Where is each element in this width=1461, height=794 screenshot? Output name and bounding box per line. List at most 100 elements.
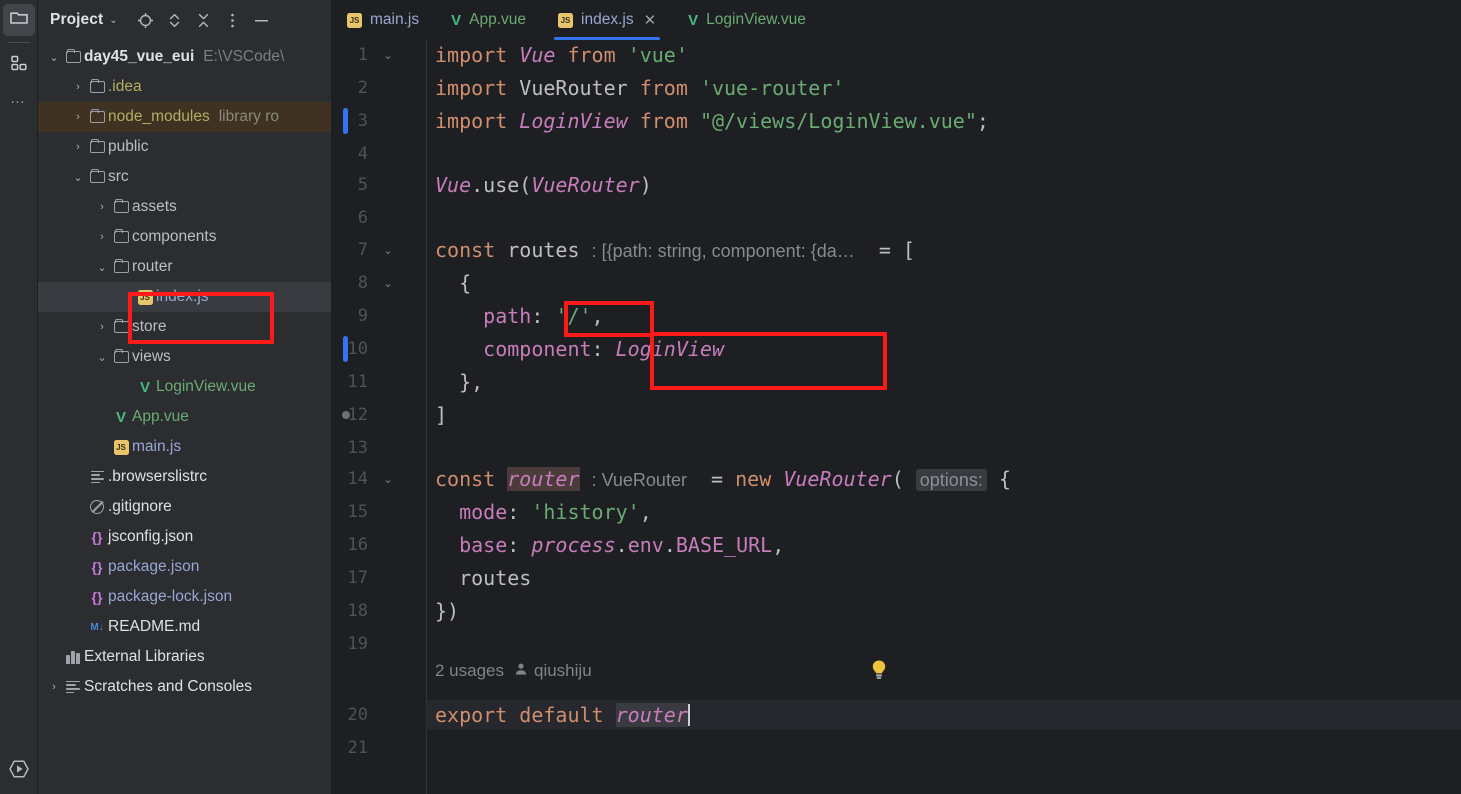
gutter-line-12[interactable]: 12	[331, 400, 426, 430]
code-line-2: import VueRouter from 'vue-router'	[427, 73, 844, 103]
code-line-14: const router : VueRouter = new VueRouter…	[427, 464, 1011, 494]
gutter-line-2[interactable]: 2	[331, 73, 426, 103]
activity-run-button[interactable]	[0, 759, 38, 784]
gutter-line-19[interactable]: 19	[331, 629, 426, 659]
code-line-10: component: LoginView	[427, 334, 724, 364]
gutter-line-15[interactable]: 15	[331, 497, 426, 527]
gutter-line-10[interactable]: 10	[331, 334, 426, 364]
tree-item-loginview-vue[interactable]: VLoginView.vue	[38, 372, 331, 402]
tree-item-main-js[interactable]: JSmain.js	[38, 432, 331, 462]
tree-arrow[interactable]: ›	[94, 231, 110, 243]
tree-arrow[interactable]: ⌄	[94, 261, 110, 274]
tree-item--browserslistrc[interactable]: .browserslistrc	[38, 462, 331, 492]
collapse-all-icon[interactable]	[192, 8, 216, 32]
code-line-8: {	[427, 268, 471, 298]
editor-tab-index-js[interactable]: JSindex.js✕	[542, 0, 672, 40]
editor-tab-label: main.js	[370, 11, 419, 29]
chevron-down-icon[interactable]: ⌄	[109, 15, 117, 26]
line-number: 15	[331, 497, 368, 527]
tree-item-label: src	[108, 168, 129, 186]
gutter-line-5[interactable]: 5	[331, 170, 426, 200]
tree-item-package-json[interactable]: {}package.json	[38, 552, 331, 582]
gutter-line-8[interactable]: 8⌄	[331, 268, 426, 298]
project-tree[interactable]: ⌄day45_vue_euiE:\VSCode\›.idea›node_modu…	[38, 40, 331, 794]
ide-window: … Project ⌄	[0, 0, 1461, 794]
gutter-line-3[interactable]: 3	[331, 106, 426, 136]
activity-structure-button[interactable]	[3, 49, 35, 81]
tree-arrow[interactable]: ›	[70, 111, 86, 123]
editor-tab-label: index.js	[581, 11, 634, 29]
gutter-line-1[interactable]: 1⌄	[331, 40, 426, 70]
code-line-5: Vue.use(VueRouter)	[427, 170, 652, 200]
code-vision-row[interactable]: 2 usages qiushiju	[435, 657, 592, 685]
editor-tab-main-js[interactable]: JS main.js	[331, 0, 435, 40]
gutter-line-16[interactable]: 16	[331, 530, 426, 560]
line-number: 17	[331, 563, 368, 593]
editor-tab-bar[interactable]: JS main.jsVApp.vue JS index.js ✕ VLoginView.v…	[331, 0, 1461, 40]
tree-item-package-lock-json[interactable]: {}package-lock.json	[38, 582, 331, 612]
select-opened-file-icon[interactable]	[134, 8, 158, 32]
line-number: 9	[331, 301, 368, 331]
gutter-line-13[interactable]: 13	[331, 433, 426, 463]
options-menu-icon[interactable]	[221, 8, 245, 32]
code-editor[interactable]: 1⌄234567⌄8⌄91011121314⌄15161718192021 im…	[331, 40, 1461, 794]
editor-gutter[interactable]: 1⌄234567⌄8⌄91011121314⌄15161718192021	[331, 40, 427, 794]
tree-item-views[interactable]: ⌄views	[38, 342, 331, 372]
tree-item--gitignore[interactable]: .gitignore	[38, 492, 331, 522]
gutter-line-9[interactable]: 9	[331, 301, 426, 331]
tree-arrow[interactable]: ⌄	[70, 171, 86, 184]
gutter-line-21[interactable]: 21	[331, 733, 426, 763]
tree-arrow[interactable]: ›	[94, 201, 110, 213]
code-vision-usages[interactable]: 2 usages	[435, 661, 504, 681]
vue-file-icon: V	[140, 380, 150, 395]
gutter-line-18[interactable]: 18	[331, 596, 426, 626]
code-fold-icon[interactable]: ⌄	[380, 268, 396, 298]
code-fold-icon[interactable]: ⌄	[380, 464, 396, 494]
activity-project-button[interactable]	[3, 4, 35, 36]
tree-item-store[interactable]: ›store	[38, 312, 331, 342]
hide-panel-icon[interactable]	[250, 8, 274, 32]
gutter-line-7[interactable]: 7⌄	[331, 235, 426, 265]
code-content[interactable]: import Vue from 'vue' import VueRouter f…	[427, 40, 1461, 794]
js-file-icon: JS	[347, 13, 362, 28]
gutter-line-4[interactable]: 4	[331, 139, 426, 169]
tree-item--idea[interactable]: ›.idea	[38, 72, 331, 102]
tree-item-day45-vue-eui[interactable]: ⌄day45_vue_euiE:\VSCode\	[38, 42, 331, 72]
gutter-line-11[interactable]: 11	[331, 367, 426, 397]
gutter-line-6[interactable]: 6	[331, 203, 426, 233]
code-vision-author[interactable]: qiushiju	[514, 661, 592, 681]
activity-more-button[interactable]: …	[3, 83, 35, 115]
tree-item-external-libraries[interactable]: External Libraries	[38, 642, 331, 672]
tree-item-components[interactable]: ›components	[38, 222, 331, 252]
line-number: 2	[331, 73, 368, 103]
activity-separator	[8, 42, 30, 43]
code-fold-icon[interactable]: ⌄	[380, 235, 396, 265]
tree-item-assets[interactable]: ›assets	[38, 192, 331, 222]
tree-item-index-js[interactable]: JSindex.js	[38, 282, 331, 312]
editor-tab-loginview-vue[interactable]: VLoginView.vue	[672, 0, 822, 40]
tree-item-node-modules[interactable]: ›node_moduleslibrary ro	[38, 102, 331, 132]
tree-arrow[interactable]: ⌄	[46, 51, 62, 64]
tree-item-readme-md[interactable]: M↓README.md	[38, 612, 331, 642]
expand-collapse-icon[interactable]	[163, 8, 187, 32]
tree-item-app-vue[interactable]: VApp.vue	[38, 402, 331, 432]
line-number: 7	[331, 235, 368, 265]
gutter-line-20[interactable]: 20	[331, 700, 426, 730]
close-icon[interactable]: ✕	[644, 11, 657, 29]
tree-arrow[interactable]: ›	[46, 681, 62, 693]
editor-tab-app-vue[interactable]: VApp.vue	[435, 0, 542, 40]
tree-item-jsconfig-json[interactable]: {}jsconfig.json	[38, 522, 331, 552]
tree-item-src[interactable]: ⌄ src	[38, 162, 331, 192]
tree-item-scratches-and-consoles[interactable]: ›Scratches and Consoles	[38, 672, 331, 702]
code-fold-icon[interactable]: ⌄	[380, 40, 396, 70]
tree-item-public[interactable]: ›public	[38, 132, 331, 162]
code-line-18: })	[427, 596, 459, 626]
gutter-line-14[interactable]: 14⌄	[331, 464, 426, 494]
tree-arrow[interactable]: ›	[70, 81, 86, 93]
tree-arrow[interactable]: ›	[70, 141, 86, 153]
tree-item-router[interactable]: ⌄router	[38, 252, 331, 282]
gutter-line-17[interactable]: 17	[331, 563, 426, 593]
intention-bulb-icon[interactable]	[869, 659, 889, 686]
tree-arrow[interactable]: ⌄	[94, 351, 110, 364]
tree-arrow[interactable]: ›	[94, 321, 110, 333]
